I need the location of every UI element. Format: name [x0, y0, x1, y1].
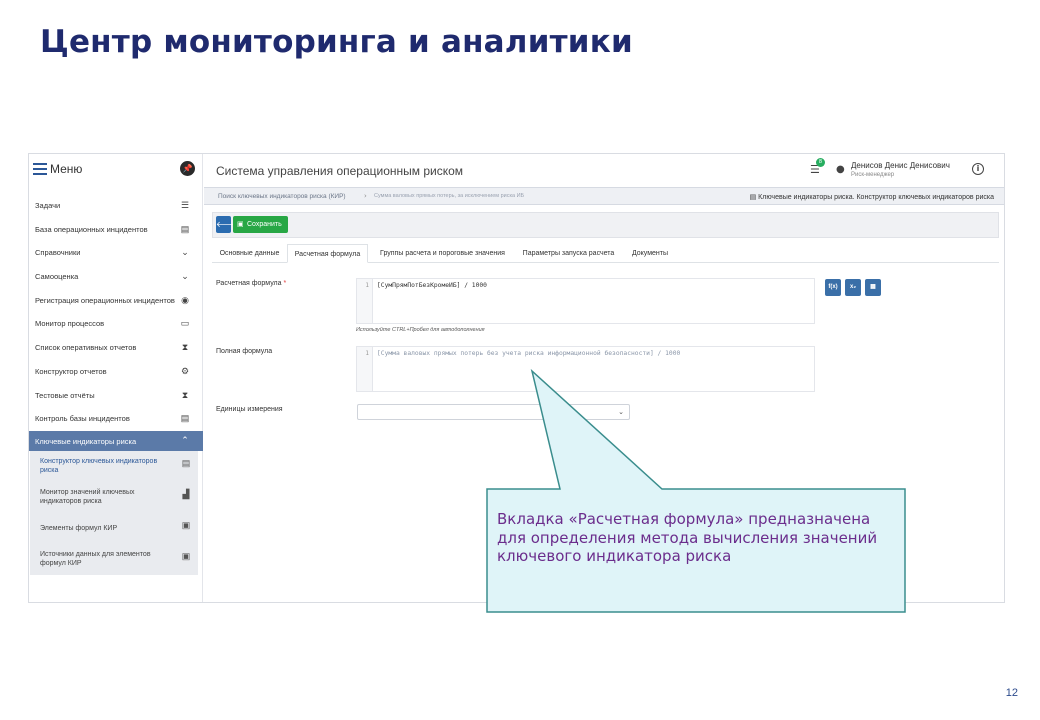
save-icon: ▣ [237, 221, 244, 228]
line-gutter: 1 [357, 347, 373, 391]
monitor-icon: ▭ [180, 318, 190, 329]
chevron-up-icon: ⌃ [181, 434, 189, 445]
pin-icon[interactable]: 📌 [180, 161, 195, 176]
hourglass-icon: ⧗ [181, 342, 189, 353]
chevron-down-icon: ⌄ [618, 408, 624, 416]
table-icon: ▤ [749, 194, 759, 201]
back-button[interactable]: 🡐 [216, 216, 237, 233]
tab-main-data[interactable]: Основные данные [212, 244, 287, 263]
full-formula-editor: 1 [Сумма валовых прямых потерь без учета… [356, 346, 815, 392]
sidebar-item-label: Ключевые индикаторы риска [35, 436, 137, 446]
function-button[interactable]: f(x) [825, 279, 841, 296]
formula-label-text: Расчетная формула [216, 280, 282, 287]
sidebar-item-incident-registration[interactable]: Регистрация операционных инцидентов ◉ [29, 289, 203, 313]
sidebar-item-label: Контроль базы инцидентов [35, 414, 130, 424]
slide-title: Центр мониторинга и аналитики [40, 24, 633, 60]
sidebar-item-label: Тестовые отчёты [35, 390, 95, 400]
info-icon[interactable]: i [972, 163, 984, 175]
record-icon: ◉ [181, 294, 189, 305]
notification-badge: 8 [816, 158, 825, 167]
breadcrumb-section-label: Ключевые индикаторы риска. Конструктор к… [758, 194, 994, 201]
sidebar-item-label: Конструктор отчетов [35, 366, 107, 376]
formula-label: Расчетная формула * [216, 280, 286, 287]
breadcrumb-section: ▤ Ключевые индикаторы риска. Конструктор… [750, 193, 994, 201]
sidebar-item-references[interactable]: Справочники ⌄ [29, 241, 203, 265]
table-icon: ▤ [181, 457, 191, 468]
sidebar-item-label: База операционных инцидентов [35, 224, 148, 234]
sidebar-item-incidents-db[interactable]: База операционных инцидентов ▤ [29, 218, 203, 242]
formula-code: [СумПрямПотБезКромеИБ] / 1000 [377, 282, 487, 289]
hourglass-icon: ⧗ [181, 389, 189, 400]
sidebar-item-test-reports[interactable]: Тестовые отчёты ⧗ [29, 384, 203, 408]
sidebar-item-label: Регистрация операционных инцидентов [35, 295, 175, 305]
full-formula-label: Полная формула [216, 348, 273, 355]
sidebar-item-label: Самооценка [35, 272, 79, 282]
sidebar-item-label: Список оперативных отчетов [35, 343, 137, 353]
sidebar-item-incident-control[interactable]: Контроль базы инцидентов ▤ [29, 407, 203, 431]
breadcrumb-link[interactable]: Поиск ключевых индикаторов риска (КИР) [218, 193, 346, 200]
topbar: Система управления операционным риском ☰… [204, 154, 1004, 187]
tab-formula[interactable]: Расчетная формула [287, 244, 368, 263]
required-marker: * [283, 280, 287, 287]
line-gutter: 1 [357, 279, 373, 323]
list-icon: ☰ [180, 200, 190, 210]
sidebar-submenu: Конструктор ключевых индикаторов риска ▤… [30, 450, 198, 575]
gears-icon: ⚙ [180, 365, 190, 376]
sidebar-subitem-label: Монитор значений ключевых индикаторов ри… [40, 488, 135, 505]
sidebar-subitem-label: Элементы формул КИР [40, 524, 118, 532]
table-icon: ▤ [180, 413, 190, 424]
sidebar: Меню 📌 Задачи ☰ База операционных инциде… [29, 154, 203, 602]
sidebar-item-operational-reports[interactable]: Список оперативных отчетов ⧗ [29, 336, 203, 360]
system-title: Система управления операционным риском [216, 164, 464, 178]
calculator-button[interactable]: ▦ [865, 279, 881, 296]
chevron-down-icon: ⌄ [181, 247, 189, 258]
chevron-down-icon: ⌄ [181, 271, 189, 282]
user-icon: ● [836, 164, 845, 175]
sidebar-item-label: Задачи [35, 201, 61, 210]
sidebar-item-label: Справочники [35, 248, 81, 258]
tab-launch-params[interactable]: Параметры запуска расчета [517, 244, 620, 263]
save-button-label: Сохранить [247, 221, 282, 228]
full-formula-code: [Сумма валовых прямых потерь без учета р… [377, 350, 681, 357]
sidebar-item-tasks[interactable]: Задачи ☰ [29, 194, 203, 218]
chart-icon: ▟ [182, 488, 190, 499]
menu-header: Меню 📌 [29, 154, 203, 186]
book-icon: ▣ [181, 519, 191, 530]
table-icon: ▤ [180, 223, 190, 234]
autocomplete-hint: Используйте CTRL+Пробел для автодополнен… [356, 327, 485, 333]
subscript-button[interactable]: x₂ [845, 279, 861, 296]
sidebar-item-self-assessment[interactable]: Самооценка ⌄ [29, 265, 203, 289]
slide: Центр мониторинга и аналитики Меню 📌 Зад… [0, 0, 1040, 720]
breadcrumb: Поиск ключевых индикаторов риска (КИР) ›… [204, 187, 1004, 205]
book-icon: ▣ [181, 550, 191, 561]
sidebar-item-process-monitor[interactable]: Монитор процессов ▭ [29, 312, 203, 336]
breadcrumb-current: Сумма валовых прямых потерь, за исключен… [374, 193, 525, 199]
units-select[interactable]: ⌄ [357, 404, 630, 420]
callout-text: Вкладка «Расчетная формула» предназначен… [497, 510, 878, 565]
tab-groups-thresholds[interactable]: Группы расчета и пороговые значения [370, 244, 515, 263]
units-label: Единицы измерения [216, 406, 283, 413]
sidebar-subitem-formula-elements[interactable]: Элементы формул КИР ▣ [30, 513, 198, 544]
sidebar-subitem-kri-monitor[interactable]: Монитор значений ключевых индикаторов ри… [30, 482, 198, 513]
tab-documents[interactable]: Документы [624, 244, 676, 263]
sidebar-subitem-data-sources[interactable]: Источники данных для элементов формул КИ… [30, 544, 198, 575]
sidebar-item-label: Монитор процессов [35, 319, 105, 329]
user-name[interactable]: Денисов Денис Денисович [851, 161, 950, 170]
breadcrumb-separator-icon: › [364, 192, 367, 200]
page-number: 12 [1005, 687, 1018, 699]
user-role: Риск-менеджер [851, 172, 895, 178]
sidebar-subitem-kri-builder[interactable]: Конструктор ключевых индикаторов риска ▤ [30, 451, 198, 482]
toolbar: 🡐 ▣ Сохранить [212, 212, 999, 238]
sidebar-item-kri[interactable]: Ключевые индикаторы риска ⌃ [29, 430, 203, 451]
hamburger-icon[interactable] [33, 163, 47, 175]
sidebar-list: Задачи ☰ База операционных инцидентов ▤ … [29, 194, 203, 575]
menu-title: Меню [50, 162, 83, 176]
tab-bar: Основные данные Расчетная формула Группы… [212, 244, 999, 263]
sidebar-item-report-builder[interactable]: Конструктор отчетов ⚙ [29, 360, 203, 384]
formula-editor[interactable]: 1 [СумПрямПотБезКромеИБ] / 1000 [356, 278, 815, 324]
save-button[interactable]: ▣ Сохранить [233, 216, 288, 233]
sidebar-subitem-label: Конструктор ключевых индикаторов риска [40, 457, 158, 474]
sidebar-subitem-label: Источники данных для элементов формул КИ… [40, 550, 151, 567]
